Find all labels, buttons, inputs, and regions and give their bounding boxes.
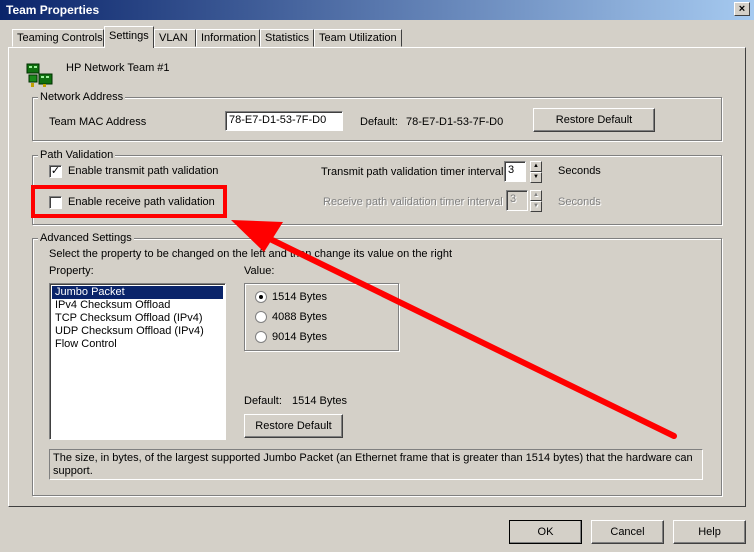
tab-teaming-controls[interactable]: Teaming Controls: [12, 29, 104, 47]
advanced-instruction: Select the property to be changed on the…: [49, 248, 453, 260]
close-button[interactable]: ×: [734, 2, 750, 16]
transmit-path-label: Enable transmit path validation: [68, 165, 219, 177]
value-default-label: Default:: [244, 395, 282, 407]
transmit-path-checkbox[interactable]: ✓: [49, 165, 62, 178]
network-team-icon: [26, 62, 54, 88]
receive-timer-down[interactable]: ▼: [530, 201, 542, 212]
team-name: HP Network Team #1: [66, 62, 170, 74]
list-item[interactable]: TCP Checksum Offload (IPv4): [52, 312, 223, 325]
transmit-timer-up[interactable]: ▲: [530, 161, 542, 172]
option-4088-label: 4088 Bytes: [272, 311, 328, 323]
help-button[interactable]: Help: [673, 520, 746, 544]
option-9014-radio[interactable]: [255, 331, 267, 343]
mac-default-value: 78-E7-D1-53-7F-D0: [406, 116, 504, 128]
tab-team-utilization[interactable]: Team Utilization: [314, 29, 402, 47]
highlight-box: [31, 185, 227, 218]
value-label: Value:: [244, 265, 275, 277]
network-address-label: Network Address: [38, 91, 126, 103]
receive-timer-label: Receive path validation timer interval: [323, 196, 503, 208]
list-item[interactable]: IPv4 Checksum Offload: [52, 299, 223, 312]
path-validation-label: Path Validation: [38, 149, 116, 161]
property-label: Property:: [49, 265, 94, 277]
transmit-timer-unit: Seconds: [558, 165, 601, 177]
tab-settings[interactable]: Settings: [104, 26, 154, 48]
transmit-timer-input[interactable]: 3: [504, 161, 526, 182]
window-title: Team Properties: [6, 3, 100, 17]
transmit-timer-label: Transmit path validation timer interval: [321, 166, 504, 178]
option-1514-radio[interactable]: [255, 291, 267, 303]
team-mac-input[interactable]: 78-E7-D1-53-7F-D0: [225, 111, 343, 131]
option-4088-radio[interactable]: [255, 311, 267, 323]
receive-timer-up[interactable]: ▲: [530, 190, 542, 201]
option-1514-label: 1514 Bytes: [272, 291, 328, 303]
ok-button[interactable]: OK: [509, 520, 582, 544]
title-bar: [0, 0, 754, 20]
option-9014-label: 9014 Bytes: [272, 331, 328, 343]
list-item[interactable]: UDP Checksum Offload (IPv4): [52, 325, 223, 338]
list-item[interactable]: Flow Control: [52, 338, 223, 351]
restore-mac-default-button[interactable]: Restore Default: [533, 108, 655, 132]
cancel-button[interactable]: Cancel: [591, 520, 664, 544]
receive-timer-unit: Seconds: [558, 196, 601, 208]
advanced-settings-label: Advanced Settings: [38, 232, 134, 244]
list-item[interactable]: Jumbo Packet: [52, 286, 223, 299]
transmit-timer-down[interactable]: ▼: [530, 172, 542, 183]
value-default-value: 1514 Bytes: [292, 395, 348, 407]
tab-information[interactable]: Information: [196, 29, 260, 47]
mac-default-label: Default:: [360, 116, 398, 128]
team-mac-label: Team MAC Address: [49, 116, 147, 128]
restore-value-default-button[interactable]: Restore Default: [244, 414, 343, 438]
receive-timer-input[interactable]: 3: [506, 190, 528, 211]
property-list[interactable]: Jumbo Packet IPv4 Checksum Offload TCP C…: [49, 283, 226, 440]
tab-statistics[interactable]: Statistics: [260, 29, 314, 47]
tab-vlan[interactable]: VLAN: [154, 29, 196, 47]
property-description: The size, in bytes, of the largest suppo…: [49, 449, 703, 480]
